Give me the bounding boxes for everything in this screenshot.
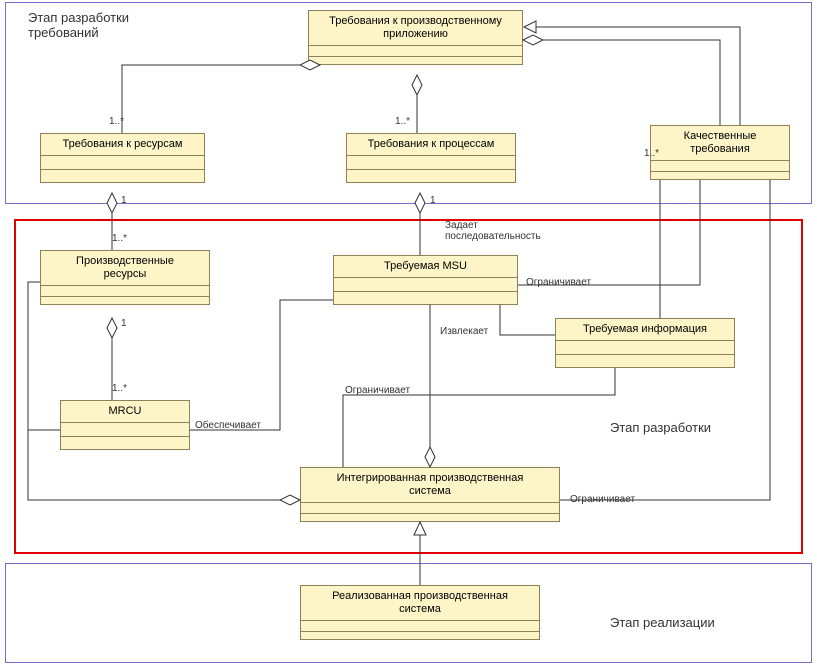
class-prod-res: Производственные ресурсы: [40, 250, 210, 305]
mult: 1..*: [112, 383, 127, 394]
class-title: Интегрированная производственная система: [301, 468, 559, 503]
diagram-canvas: Этап разработки требований Этап разработ…: [0, 0, 817, 665]
class-title: Требования к ресурсам: [41, 134, 204, 156]
class-title: Требования к процессам: [347, 134, 515, 156]
class-title: Качественные требования: [651, 126, 789, 161]
class-proc-req: Требования к процессам: [346, 133, 516, 183]
frame-label-req: Этап разработки требований: [28, 10, 129, 40]
label-provides: Обеспечивает: [195, 420, 261, 431]
class-title: MRCU: [61, 401, 189, 423]
mult: 1: [430, 195, 436, 206]
mult: 1: [121, 318, 127, 329]
label-sequence: Задает последовательность: [445, 220, 541, 242]
class-res-req: Требования к ресурсам: [40, 133, 205, 183]
class-req-info: Требуемая информация: [555, 318, 735, 368]
class-req-msu: Требуемая MSU: [333, 255, 518, 305]
mult: 1..*: [644, 148, 659, 159]
class-title: Требования к производственному приложени…: [309, 11, 522, 46]
frame-label-impl: Этап реализации: [610, 615, 715, 630]
mult: 1..*: [395, 116, 410, 127]
class-title: Требуемая информация: [556, 319, 734, 341]
class-title: Реализованная производственная система: [301, 586, 539, 621]
mult: 1..*: [109, 116, 124, 127]
label-restricts-1: Ограничивает: [526, 277, 591, 288]
frame-label-dev: Этап разработки: [610, 420, 711, 435]
label-restricts-2: Ограничивает: [345, 385, 410, 396]
label-restricts-3: Ограничивает: [570, 494, 635, 505]
class-int-sys: Интегрированная производственная система: [300, 467, 560, 522]
class-impl-sys: Реализованная производственная система: [300, 585, 540, 640]
class-qual-req: Качественные требования: [650, 125, 790, 180]
class-title: Требуемая MSU: [334, 256, 517, 278]
class-title: Производственные ресурсы: [41, 251, 209, 286]
mult: 1..*: [112, 233, 127, 244]
mult: 1: [121, 195, 127, 206]
class-mrcu: MRCU: [60, 400, 190, 450]
class-app-req: Требования к производственному приложени…: [308, 10, 523, 65]
label-extracts: Извлекает: [440, 326, 488, 337]
